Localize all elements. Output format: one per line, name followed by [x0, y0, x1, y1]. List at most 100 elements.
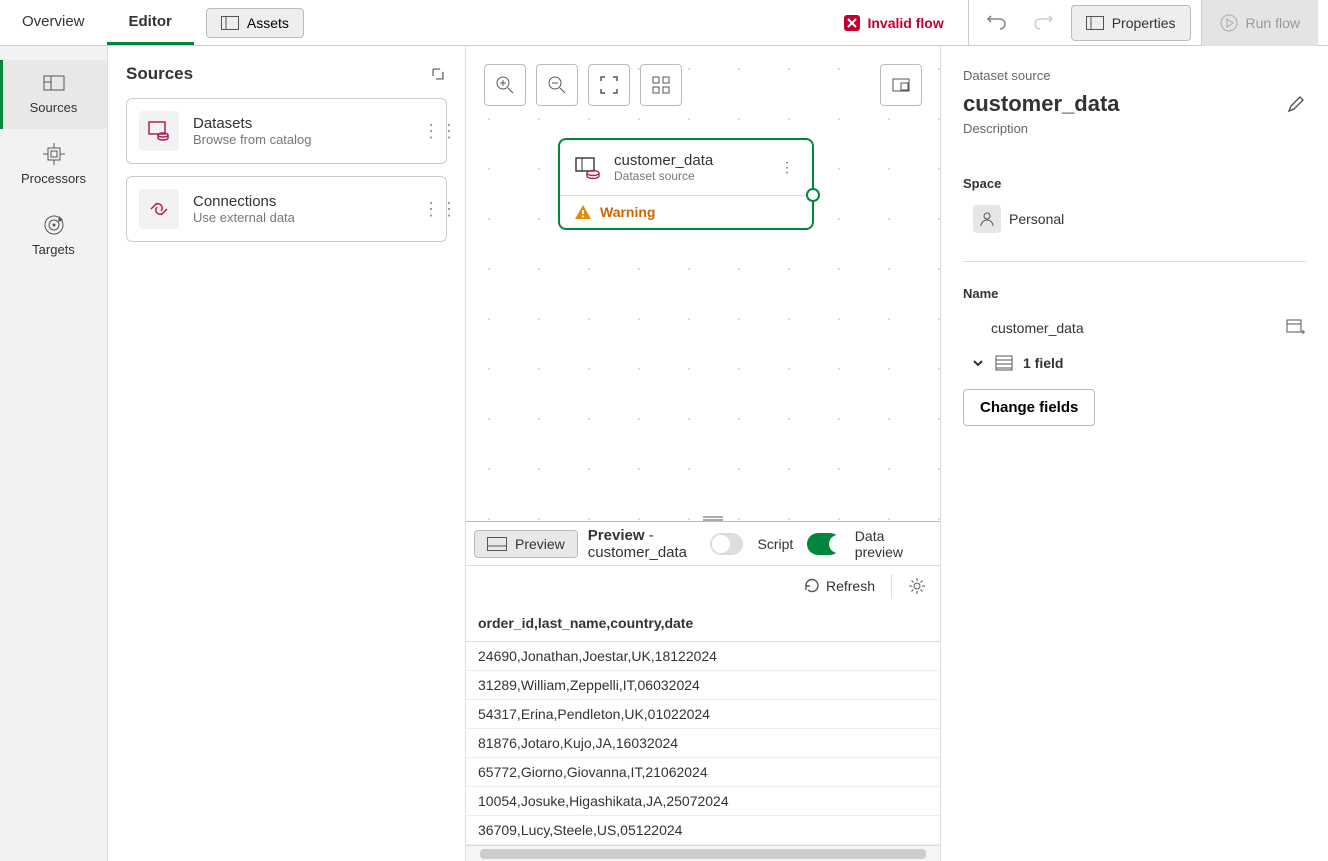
props-title: customer_data [963, 91, 1120, 117]
table-row: 24690,Jonathan,Joestar,UK,18122024 [466, 642, 940, 671]
dataset-icon [574, 154, 602, 182]
zoom-out-icon [547, 75, 567, 95]
warning-label: Warning [600, 204, 655, 220]
properties-label: Properties [1112, 15, 1176, 31]
run-flow-button: Run flow [1201, 0, 1318, 46]
panel-icon [1086, 16, 1104, 30]
rail-targets[interactable]: Targets [0, 200, 107, 271]
datasets-sub: Browse from catalog [193, 132, 312, 147]
change-fields-button[interactable]: Change fields [963, 389, 1095, 426]
center-column: customer_data Dataset source ⋮ Warning P… [466, 46, 940, 861]
props-title-row: customer_data [963, 91, 1306, 117]
rail-sources-label: Sources [30, 100, 78, 115]
chip-icon [43, 143, 65, 165]
node-menu-button[interactable]: ⋮ [776, 155, 798, 180]
node-subtitle: Dataset source [614, 169, 713, 183]
invalid-flow-status: Invalid flow [829, 6, 957, 40]
table-add-icon [1286, 319, 1306, 337]
zoom-in-button[interactable] [484, 64, 526, 106]
props-description-label: Description [963, 121, 1306, 136]
canvas-toolbar-right [880, 64, 922, 106]
props-kicker: Dataset source [963, 68, 1306, 83]
fit-button[interactable] [588, 64, 630, 106]
minimap-button[interactable] [880, 64, 922, 106]
redo-button[interactable] [1025, 5, 1061, 41]
tab-overview[interactable]: Overview [0, 1, 107, 45]
connections-icon [139, 189, 179, 229]
table-row: 36709,Lucy,Steele,US,05122024 [466, 816, 940, 845]
table-header: order_id,last_name,country,date [466, 605, 940, 642]
play-icon [1220, 14, 1238, 32]
grid-button[interactable] [640, 64, 682, 106]
edit-title-button[interactable] [1286, 94, 1306, 114]
node-title: customer_data [614, 152, 713, 169]
sources-icon [42, 74, 66, 94]
assets-button[interactable]: Assets [206, 8, 304, 38]
data-preview-toggle[interactable] [807, 533, 841, 555]
fields-expand-row[interactable]: 1 field [963, 345, 1306, 389]
connections-title: Connections [193, 193, 295, 210]
datasets-title: Datasets [193, 115, 312, 132]
collapse-panel-button[interactable] [429, 65, 447, 83]
warning-icon [574, 204, 592, 220]
field-count-label: 1 field [1023, 355, 1063, 371]
add-table-button[interactable] [1286, 319, 1306, 337]
rail-processors[interactable]: Processors [0, 129, 107, 200]
node-warning: Warning [560, 195, 812, 228]
error-icon [843, 14, 861, 32]
name-label: Name [963, 286, 1306, 301]
space-label: Space [963, 176, 1306, 191]
run-flow-label: Run flow [1246, 15, 1300, 31]
connections-sub: Use external data [193, 210, 295, 225]
table-row: 65772,Giorno,Giovanna,IT,21062024 [466, 758, 940, 787]
undo-icon [986, 14, 1008, 32]
refresh-button[interactable]: Refresh [804, 578, 875, 594]
script-toggle[interactable] [710, 533, 744, 555]
space-value: Personal [963, 201, 1074, 237]
table-row: 10054,Josuke,Higashikata,JA,25072024 [466, 787, 940, 816]
assets-label: Assets [247, 15, 289, 31]
preview-bar: Preview Preview - customer_data Script D… [466, 521, 940, 565]
data-preview-label: Data preview [855, 528, 920, 560]
name-value-row: customer_data [963, 311, 1306, 345]
collapse-icon [429, 65, 447, 83]
space-value-text: Personal [1009, 211, 1064, 227]
rail-sources[interactable]: Sources [0, 60, 107, 129]
chevron-down-icon [971, 356, 985, 370]
flow-canvas[interactable]: customer_data Dataset source ⋮ Warning [466, 46, 940, 521]
gear-icon [908, 577, 926, 595]
zoom-in-icon [495, 75, 515, 95]
preview-title: Preview - customer_data [588, 527, 700, 561]
undo-button[interactable] [979, 5, 1015, 41]
preview-button-label: Preview [515, 536, 565, 552]
list-icon [995, 355, 1013, 371]
panel-icon [221, 16, 239, 30]
target-icon [43, 214, 65, 236]
user-icon [973, 205, 1001, 233]
grid-icon [651, 75, 671, 95]
top-tabs: Overview Editor [0, 1, 194, 45]
invalid-flow-label: Invalid flow [867, 15, 943, 31]
datasets-icon [139, 111, 179, 151]
table-row: 54317,Erina,Pendleton,UK,01022024 [466, 700, 940, 729]
horizontal-scrollbar[interactable] [466, 845, 940, 861]
tab-editor[interactable]: Editor [107, 1, 194, 45]
source-card-connections[interactable]: Connections Use external data ⋮⋮ [126, 176, 447, 242]
source-card-datasets[interactable]: Datasets Browse from catalog ⋮⋮ [126, 98, 447, 164]
preview-table: order_id,last_name,country,date 24690,Jo… [466, 605, 940, 845]
drag-handle-icon[interactable]: ⋮⋮ [422, 128, 434, 134]
preview-tab-button[interactable]: Preview [474, 530, 578, 558]
refresh-label: Refresh [826, 578, 875, 594]
node-customer-data[interactable]: customer_data Dataset source ⋮ Warning [558, 138, 814, 230]
name-value: customer_data [963, 320, 1084, 336]
properties-button[interactable]: Properties [1071, 5, 1191, 41]
refresh-icon [804, 578, 820, 594]
preview-settings-button[interactable] [908, 577, 926, 595]
zoom-out-button[interactable] [536, 64, 578, 106]
drag-handle-icon[interactable]: ⋮⋮ [422, 206, 434, 212]
fit-icon [599, 75, 619, 95]
node-output-port[interactable] [806, 188, 820, 202]
minimap-icon [891, 75, 911, 95]
rail-processors-label: Processors [21, 171, 86, 186]
canvas-toolbar [484, 64, 682, 106]
